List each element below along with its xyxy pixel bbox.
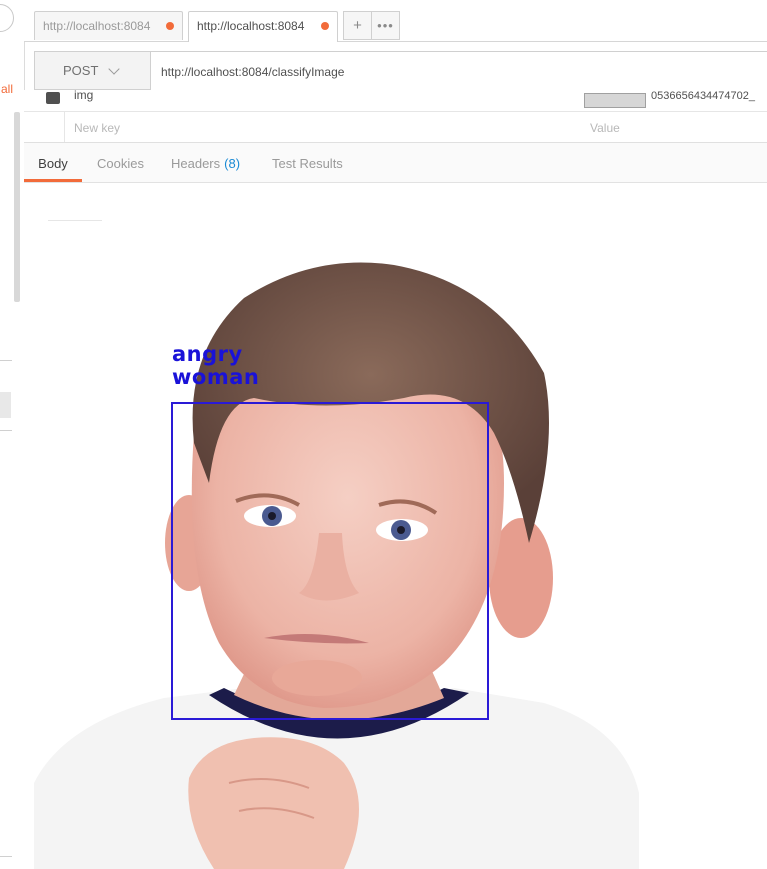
tab-cookies[interactable]: Cookies	[97, 143, 144, 182]
detection-label-emotion: angry	[172, 342, 243, 366]
param-row: img 0536656434474702_	[24, 90, 767, 110]
fist-shape	[188, 737, 359, 869]
sidebar-scrollbar[interactable]	[14, 112, 20, 302]
headers-count-badge: (8)	[224, 156, 241, 171]
new-value-input[interactable]	[582, 112, 767, 142]
tab-body[interactable]: Body	[24, 143, 82, 182]
sidebar-search-circle[interactable]	[0, 4, 14, 32]
param-key[interactable]: img	[74, 90, 93, 102]
request-tab-title: http://localhost:8084	[43, 19, 151, 33]
method-select[interactable]: POST	[35, 52, 151, 89]
params-table: img 0536656434474702_	[24, 90, 767, 143]
detection-label: angry woman	[172, 343, 259, 389]
request-url-bar: POST	[34, 51, 767, 91]
choose-file-button[interactable]	[584, 93, 646, 108]
chevron-down-icon	[108, 63, 120, 75]
sidebar-all-link[interactable]: all	[1, 82, 13, 96]
face-detection-box	[171, 402, 489, 720]
sidebar-divider	[0, 856, 12, 857]
tab-test-results[interactable]: Test Results	[272, 143, 343, 182]
request-tab-bar: http://localhost:8084 http://localhost:8…	[24, 0, 767, 42]
tab-headers[interactable]: Headers (8)	[171, 143, 240, 182]
param-checkbox[interactable]	[46, 92, 60, 104]
response-tabs: Body Cookies Headers (8) Test Results	[24, 143, 767, 183]
param-value[interactable]: 0536656434474702_	[651, 90, 755, 102]
sidebar-edge: all	[0, 0, 25, 869]
method-label: POST	[63, 63, 99, 78]
url-input[interactable]	[151, 52, 767, 91]
new-tab-plus-icon[interactable]: +	[343, 11, 372, 40]
request-tab-title: http://localhost:8084	[197, 19, 305, 33]
tab-options-ellipsis-icon[interactable]: •••	[371, 11, 400, 40]
sidebar-selected-item[interactable]	[0, 392, 11, 418]
response-body: angry woman	[24, 183, 767, 869]
sidebar-divider	[0, 430, 12, 431]
request-tab[interactable]: http://localhost:8084	[34, 11, 183, 40]
sidebar-divider	[0, 360, 12, 361]
param-row-gutter	[24, 112, 65, 142]
request-tab-active[interactable]: http://localhost:8084	[188, 11, 338, 42]
new-key-input[interactable]	[66, 112, 591, 142]
param-row-new	[24, 111, 767, 142]
unsaved-dot-icon	[321, 22, 329, 30]
tab-headers-label: Headers	[171, 156, 221, 171]
unsaved-dot-icon	[166, 22, 174, 30]
detection-label-gender: woman	[172, 365, 260, 389]
